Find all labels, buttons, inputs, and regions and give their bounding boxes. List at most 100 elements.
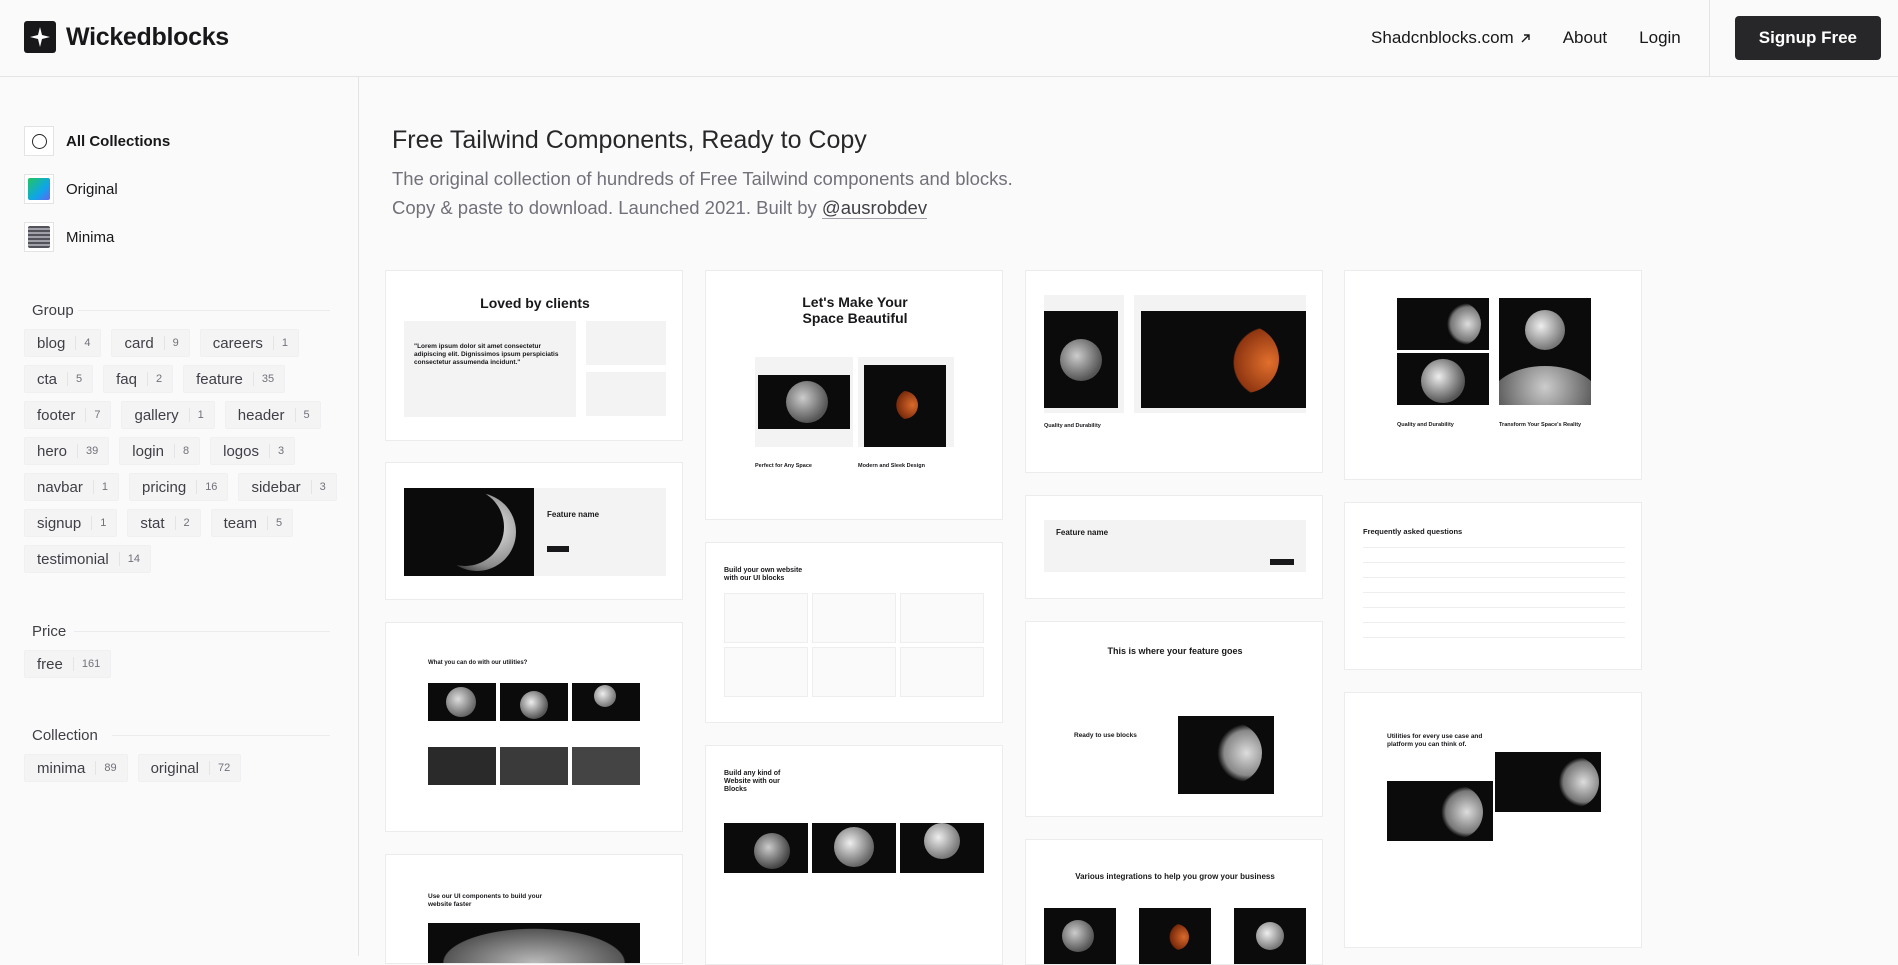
preview-card-utilities[interactable]: What you can do with our utilities? xyxy=(385,622,683,832)
group-chip-login[interactable]: login 8 xyxy=(119,437,201,465)
preview-quote-panel xyxy=(404,321,576,417)
group-chip-card[interactable]: card 9 xyxy=(111,329,190,357)
moon-image xyxy=(900,823,984,873)
group-chip-stat[interactable]: stat 2 xyxy=(127,509,201,537)
group-chip-cta[interactable]: cta 5 xyxy=(24,365,94,393)
external-arrow-icon xyxy=(1521,33,1530,42)
chip-label: feature xyxy=(196,370,243,388)
preview-heading: Various integrations to help you grow yo… xyxy=(1075,872,1275,881)
author-handle-link[interactable]: @ausrobdev xyxy=(821,197,928,219)
logo[interactable]: Wickedblocks xyxy=(24,21,229,53)
faq-row-divider xyxy=(1363,622,1625,623)
faq-row-divider xyxy=(1363,577,1625,578)
preview-heading-3: Blocks xyxy=(724,786,747,793)
chip-count: 14 xyxy=(118,552,140,566)
chip-count: 2 xyxy=(147,372,162,386)
chip-label: minima xyxy=(37,759,86,777)
shadcnblocks-link-label: Shadcnblocks.com xyxy=(1371,28,1514,47)
faq-row-divider xyxy=(1363,547,1625,548)
group-chip-feature[interactable]: feature 35 xyxy=(183,365,286,393)
group-chip-team[interactable]: team 5 xyxy=(210,509,294,537)
chip-label: pricing xyxy=(142,478,187,496)
login-link[interactable]: Login xyxy=(1639,28,1681,48)
collection-original[interactable]: Original xyxy=(24,174,118,204)
group-title: Group xyxy=(32,302,74,319)
preview-button xyxy=(1270,559,1294,565)
moon-image xyxy=(864,365,946,447)
preview-card-transform[interactable]: Quality and Durability Transform Your Sp… xyxy=(1344,270,1642,480)
group-chip-logos[interactable]: logos 3 xyxy=(210,437,296,465)
preview-card-feature-goes[interactable]: This is where your feature goes Ready to… xyxy=(1025,621,1323,817)
preview-tile xyxy=(812,647,896,697)
group-chip-pricing[interactable]: pricing 16 xyxy=(129,473,229,501)
faq-row-divider xyxy=(1363,562,1625,563)
group-chip-signup[interactable]: signup 1 xyxy=(24,509,118,537)
about-link[interactable]: About xyxy=(1563,28,1607,48)
circle-icon xyxy=(24,126,54,156)
chip-label: testimonial xyxy=(37,550,109,568)
collection-minima[interactable]: Minima xyxy=(24,222,114,252)
group-chip-footer[interactable]: footer 7 xyxy=(24,401,112,429)
preview-card-testimonial[interactable]: Loved by clients "Lorem ipsum dolor sit … xyxy=(385,270,683,441)
preview-tile xyxy=(812,593,896,643)
preview-card-every-use[interactable]: Utilities for every use case and platfor… xyxy=(1344,692,1642,948)
preview-card-quality[interactable]: Quality and Durability xyxy=(1025,270,1323,473)
preview-col-label: Perfect for Any Space xyxy=(755,463,812,469)
collection-chip-original[interactable]: original 72 xyxy=(137,754,242,782)
chip-count: 1 xyxy=(188,408,204,422)
moon-image xyxy=(428,683,496,721)
chip-label: signup xyxy=(37,514,82,532)
group-chip-careers[interactable]: careers 1 xyxy=(199,329,299,357)
group-chip-header[interactable]: header 5 xyxy=(224,401,321,429)
chip-label: original xyxy=(150,759,199,777)
moon-image xyxy=(404,488,534,576)
chip-count: 2 xyxy=(174,516,190,530)
preview-quote-text: "Lorem ipsum dolor sit amet consectetur … xyxy=(414,343,559,366)
preview-heading: Utilities for every use case and xyxy=(1387,733,1483,740)
chip-label: header xyxy=(237,406,285,424)
collection-all[interactable]: All Collections xyxy=(24,126,170,156)
group-chip-gallery[interactable]: gallery 1 xyxy=(121,401,215,429)
preview-tile xyxy=(900,647,984,697)
preview-card-space[interactable]: Let's Make Your Space Beautiful Perfect … xyxy=(705,270,1003,520)
collection-divider xyxy=(112,735,330,736)
group-chip-blog[interactable]: blog 4 xyxy=(24,329,102,357)
moon-image xyxy=(572,747,640,785)
moon-image xyxy=(812,823,896,873)
price-chip-free[interactable]: free 161 xyxy=(24,650,112,678)
shadcnblocks-link[interactable]: Shadcnblocks.com xyxy=(1371,28,1531,48)
collection-chip-minima[interactable]: minima 89 xyxy=(24,754,128,782)
preview-col-label: Transform Your Space's Reality xyxy=(1499,422,1582,428)
preview-card-build[interactable]: Build your own website with our UI block… xyxy=(705,542,1003,723)
collection-filter-list: minima 89 original 72 xyxy=(24,754,344,782)
preview-card-faq[interactable]: Frequently asked questions xyxy=(1344,502,1642,670)
preview-card-feature-name[interactable]: Feature name xyxy=(1025,495,1323,599)
chip-label: blog xyxy=(37,334,66,352)
signup-button[interactable]: Signup Free xyxy=(1734,16,1881,60)
faq-row-divider xyxy=(1363,592,1625,593)
preview-heading: Frequently asked questions xyxy=(1363,527,1463,536)
preview-card-integrations[interactable]: Various integrations to help you grow yo… xyxy=(1025,839,1323,965)
moon-image xyxy=(1234,908,1306,964)
chip-label: gallery xyxy=(134,406,179,424)
subtitle-line-2-text: Copy & paste to download. Launched 2021.… xyxy=(392,197,822,218)
moon-image xyxy=(1139,908,1211,964)
preview-tile xyxy=(724,593,808,643)
preview-card-any-kind[interactable]: Build any kind of Website with our Block… xyxy=(705,745,1003,965)
collection-minima-label: Minima xyxy=(66,228,115,246)
moon-image xyxy=(428,747,496,785)
chip-count: 89 xyxy=(95,761,117,775)
preview-card-feature[interactable]: Feature name xyxy=(385,462,683,600)
chip-count: 1 xyxy=(91,516,106,530)
chip-label: cta xyxy=(37,370,58,388)
logo-mark-icon xyxy=(24,21,56,53)
group-chip-faq[interactable]: faq 2 xyxy=(103,365,174,393)
group-chip-testimonial[interactable]: testimonial 14 xyxy=(24,545,151,573)
preview-card-hero[interactable]: Use our UI components to build your webs… xyxy=(385,854,683,964)
group-chip-hero[interactable]: hero 39 xyxy=(24,437,110,465)
logo-text: Wickedblocks xyxy=(66,22,229,51)
preview-heading-2: Website with our xyxy=(724,778,780,785)
group-chip-sidebar[interactable]: sidebar 3 xyxy=(238,473,337,501)
subtitle-line-1: The original collection of hundreds of F… xyxy=(392,168,1013,189)
group-chip-navbar[interactable]: navbar 1 xyxy=(24,473,119,501)
